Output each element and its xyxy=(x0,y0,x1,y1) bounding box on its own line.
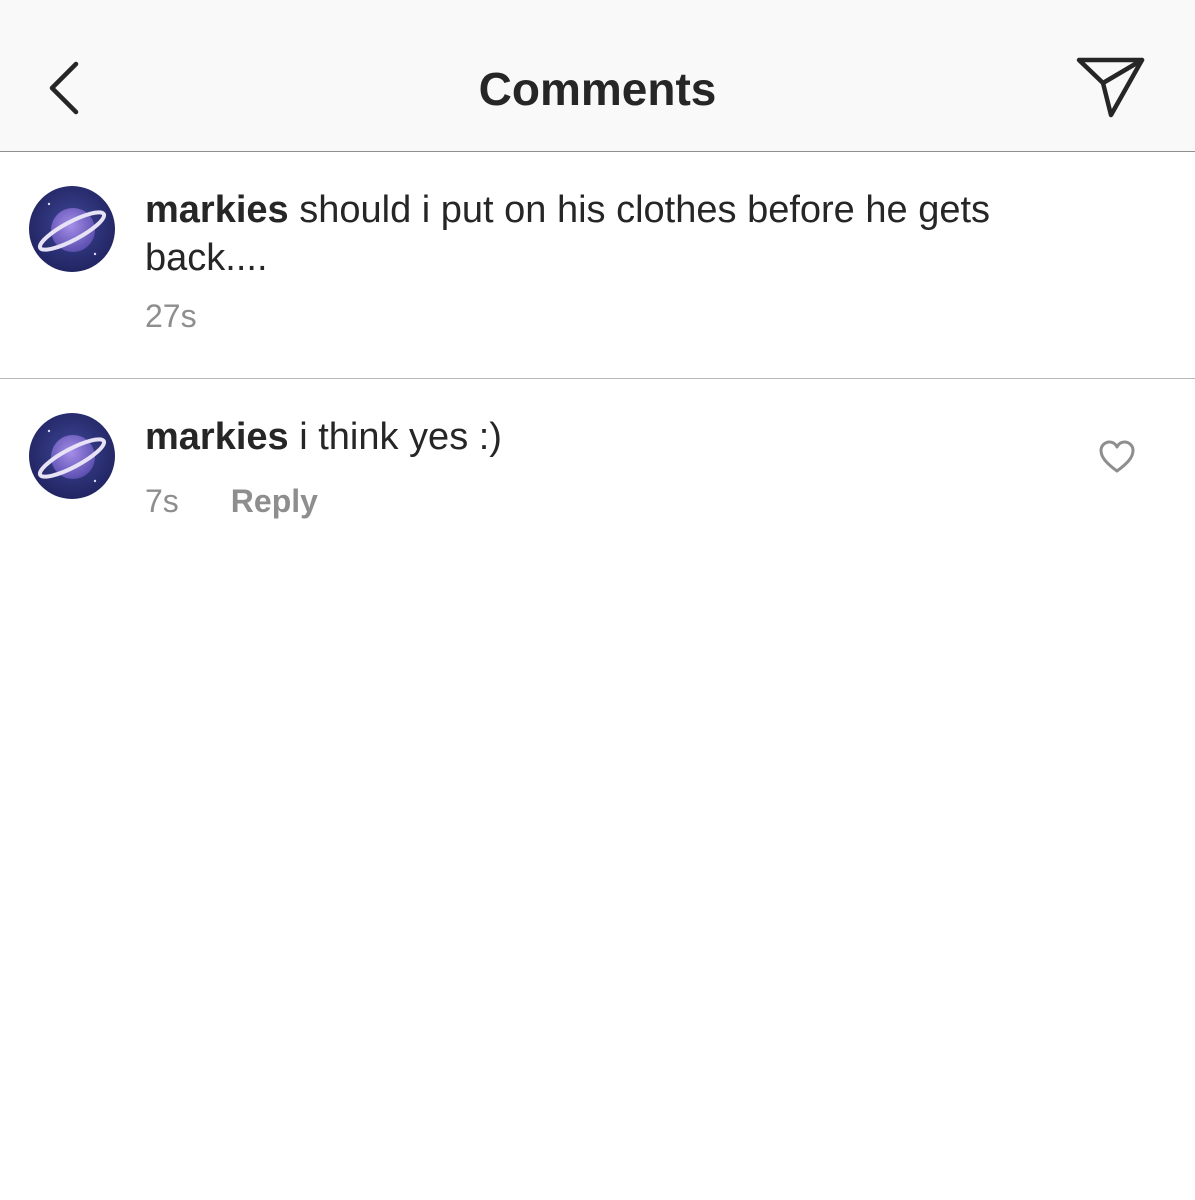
heart-outline-icon xyxy=(1099,440,1135,473)
comment-text: markies should i put on his clothes befo… xyxy=(145,186,1025,282)
comment-meta: 7s Reply xyxy=(145,481,318,521)
comment-timestamp: 27s xyxy=(145,298,197,334)
comment-username[interactable]: markies xyxy=(145,189,289,231)
planet-avatar-icon xyxy=(29,413,115,499)
comment-item: markies i think yes :) 7s Reply xyxy=(0,379,1195,579)
avatar[interactable] xyxy=(29,186,115,272)
avatar[interactable] xyxy=(29,413,115,499)
comment-timestamp: 7s xyxy=(145,483,179,519)
reply-button[interactable]: Reply xyxy=(231,483,318,519)
comment-text: markies i think yes :) xyxy=(145,413,1025,461)
planet-avatar-icon xyxy=(29,186,115,272)
share-button[interactable] xyxy=(1070,50,1152,126)
comment-username[interactable]: markies xyxy=(145,416,289,458)
comment-item: markies should i put on his clothes befo… xyxy=(0,152,1195,379)
paper-plane-icon xyxy=(1076,57,1145,118)
comment-meta: 27s xyxy=(145,296,197,336)
page-title: Comments xyxy=(478,63,717,115)
comment-body: i think yes :) xyxy=(288,416,502,458)
like-button[interactable] xyxy=(1098,439,1136,475)
header-bar: Comments xyxy=(0,0,1195,152)
